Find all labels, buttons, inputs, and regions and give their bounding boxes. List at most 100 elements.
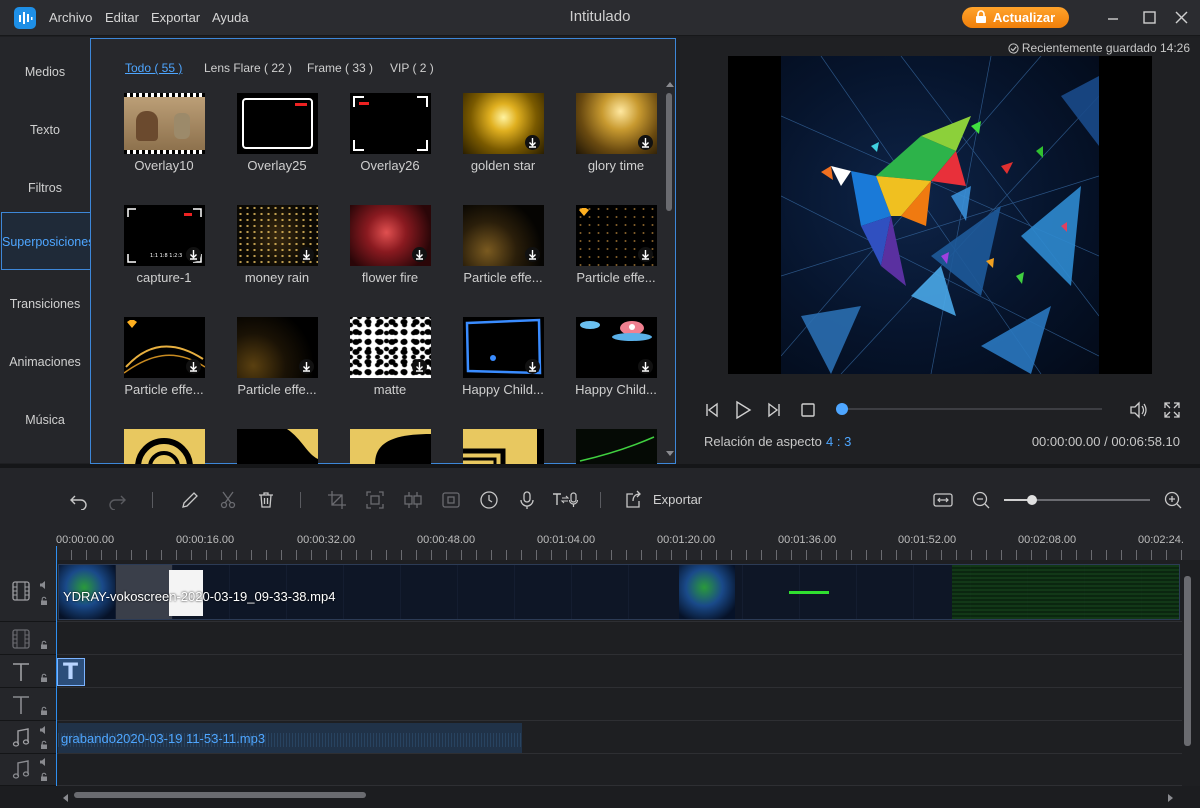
menu-editar[interactable]: Editar <box>105 10 139 25</box>
tab-lens-flare[interactable]: Lens Flare ( 22 ) <box>204 61 292 75</box>
lock-icon[interactable] <box>39 772 49 782</box>
menu-ayuda[interactable]: Ayuda <box>212 10 249 25</box>
upgrade-button[interactable]: Actualizar <box>962 7 1069 28</box>
download-icon[interactable] <box>638 247 653 262</box>
download-icon[interactable] <box>525 135 540 150</box>
text-track-1[interactable] <box>56 655 1182 688</box>
zoom-slider-knob[interactable] <box>1027 495 1037 505</box>
speed-icon[interactable] <box>479 490 499 510</box>
redo-icon[interactable] <box>107 490 127 510</box>
download-icon[interactable] <box>299 359 314 374</box>
freeze-frame-icon[interactable] <box>441 490 461 510</box>
overlay-thumb[interactable] <box>576 429 657 464</box>
text-track-2[interactable] <box>56 688 1182 721</box>
tab-todo[interactable]: Todo ( 55 ) <box>125 61 182 75</box>
aspect-ratio-value[interactable]: 4 : 3 <box>826 434 851 449</box>
microphone-icon[interactable] <box>517 490 537 510</box>
lock-icon[interactable] <box>39 596 49 606</box>
download-icon[interactable] <box>525 247 540 262</box>
tab-frame[interactable]: Frame ( 33 ) <box>307 61 373 75</box>
play-icon[interactable] <box>732 400 752 420</box>
crop-icon[interactable] <box>327 490 347 510</box>
tab-vip[interactable]: VIP ( 2 ) <box>390 61 434 75</box>
text-clip[interactable]: T <box>57 658 85 686</box>
overlay-thumb[interactable]: 1:1 1:8 1:2:3 <box>124 205 205 266</box>
lock-icon[interactable] <box>39 640 49 650</box>
overlay-thumb[interactable] <box>350 93 431 154</box>
scroll-up-icon[interactable] <box>666 81 674 87</box>
download-icon[interactable] <box>638 135 653 150</box>
playback-progress-track[interactable] <box>842 408 1102 410</box>
fit-timeline-icon[interactable] <box>933 490 953 510</box>
video-preview[interactable] <box>728 56 1152 374</box>
menu-archivo[interactable]: Archivo <box>49 10 92 25</box>
export-icon[interactable] <box>623 490 643 510</box>
timeline-horizontal-scrollbar[interactable] <box>74 792 366 798</box>
scroll-left-icon[interactable] <box>62 794 68 802</box>
music-track-2[interactable] <box>56 754 1182 786</box>
download-icon[interactable] <box>525 359 540 374</box>
download-icon[interactable] <box>412 359 427 374</box>
zoom-out-icon[interactable] <box>971 490 991 510</box>
zoom-in-icon[interactable] <box>1163 490 1183 510</box>
next-frame-icon[interactable] <box>764 400 784 420</box>
overlay-thumb[interactable] <box>350 205 431 266</box>
download-icon[interactable] <box>412 247 427 262</box>
overlay-thumb[interactable] <box>576 317 657 378</box>
fullscreen-icon[interactable] <box>1162 400 1182 420</box>
nav-superposiciones[interactable]: Superposiciones <box>1 212 94 270</box>
maximize-icon[interactable] <box>1140 9 1158 27</box>
overlay-thumb[interactable] <box>124 429 205 464</box>
edit-icon[interactable] <box>180 490 200 510</box>
overlay-thumb[interactable] <box>237 317 318 378</box>
timeline-vertical-scrollbar[interactable] <box>1184 576 1191 746</box>
close-icon[interactable] <box>1172 9 1190 27</box>
zoom-region-icon[interactable] <box>365 490 385 510</box>
undo-icon[interactable] <box>69 490 89 510</box>
scroll-right-icon[interactable] <box>1168 794 1174 802</box>
split-icon[interactable] <box>218 490 238 510</box>
nav-musica[interactable]: Música <box>0 391 90 449</box>
download-icon[interactable] <box>638 359 653 374</box>
speaker-icon[interactable] <box>39 757 49 767</box>
lock-icon[interactable] <box>39 706 49 716</box>
volume-icon[interactable] <box>1128 400 1148 420</box>
overlay-thumb[interactable] <box>463 93 544 154</box>
delete-icon[interactable] <box>256 490 276 510</box>
mosaic-icon[interactable] <box>403 490 423 510</box>
playhead[interactable] <box>56 546 57 786</box>
nav-transiciones[interactable]: Transiciones <box>0 275 90 333</box>
nav-animaciones[interactable]: Animaciones <box>0 333 90 391</box>
menu-exportar[interactable]: Exportar <box>151 10 200 25</box>
prev-frame-icon[interactable] <box>702 400 722 420</box>
lock-icon[interactable] <box>39 673 49 683</box>
video-track-2[interactable] <box>56 622 1182 655</box>
minimize-icon[interactable] <box>1104 9 1122 27</box>
video-clip[interactable]: YDRAY-vokoscreen-2020-03-19_09-33-38.mp4 <box>58 564 1180 620</box>
download-icon[interactable] <box>186 247 201 262</box>
playback-progress-knob[interactable] <box>836 403 848 415</box>
overlay-thumb[interactable] <box>350 429 431 464</box>
overlay-thumb[interactable] <box>463 429 544 464</box>
overlay-thumb[interactable] <box>237 93 318 154</box>
media-scrollbar[interactable] <box>666 93 672 211</box>
overlay-thumb[interactable] <box>124 317 205 378</box>
overlay-thumb[interactable] <box>576 205 657 266</box>
overlay-thumb[interactable] <box>463 317 544 378</box>
speaker-icon[interactable] <box>39 725 49 735</box>
overlay-thumb[interactable] <box>124 93 205 154</box>
overlay-thumb[interactable] <box>237 205 318 266</box>
download-icon[interactable] <box>299 247 314 262</box>
audio-clip[interactable]: grabando2020-03-19 11-53-11.mp3 <box>58 723 522 753</box>
timeline-ruler[interactable]: 00:00:00.00 00:00:16.00 00:00:32.00 00:0… <box>0 530 1200 560</box>
export-button[interactable]: Exportar <box>653 492 702 507</box>
overlay-thumb[interactable] <box>463 205 544 266</box>
text-to-speech-icon[interactable] <box>551 490 581 510</box>
speaker-icon[interactable] <box>39 580 49 590</box>
nav-texto[interactable]: Texto <box>0 101 90 159</box>
stop-icon[interactable] <box>798 400 818 420</box>
scroll-down-icon[interactable] <box>666 451 674 457</box>
nav-medios[interactable]: Medios <box>0 43 90 101</box>
lock-icon[interactable] <box>39 740 49 750</box>
overlay-thumb[interactable] <box>350 317 431 378</box>
